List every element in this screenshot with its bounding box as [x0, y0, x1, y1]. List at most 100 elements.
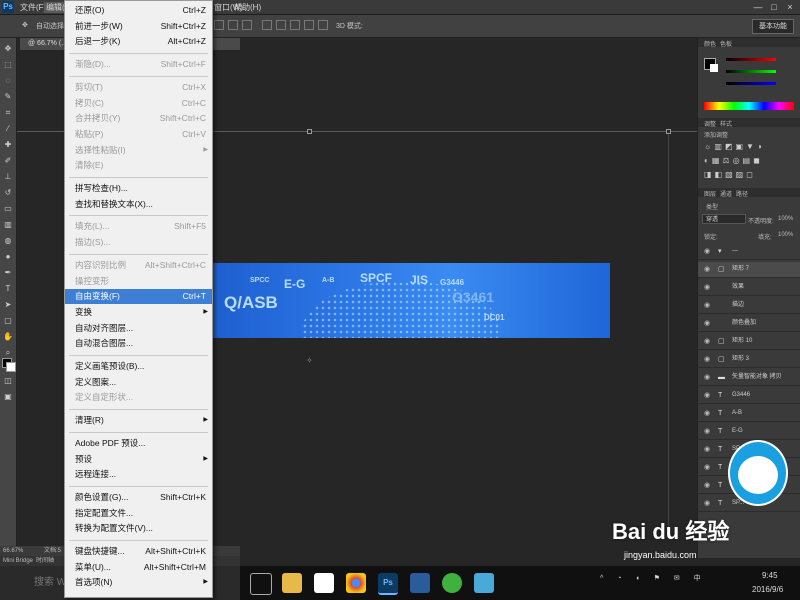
edit-menu-item[interactable]: 还原(O) Ctrl+Z: [65, 3, 212, 18]
clock-date[interactable]: 2016/9/6: [752, 585, 783, 594]
workspace-select[interactable]: 基本功能: [752, 19, 794, 34]
type-tool-icon[interactable]: T: [3, 284, 13, 294]
hand-tool-icon[interactable]: ✋: [3, 332, 13, 342]
dodge-tool-icon[interactable]: ●: [3, 252, 13, 262]
edit-menu-item[interactable]: 后退一步(K) Alt+Ctrl+Z: [65, 34, 212, 49]
visibility-eye-icon[interactable]: ◉: [704, 352, 710, 367]
auto-select-checkbox[interactable]: 自动选择: [36, 21, 64, 31]
edit-menu-item[interactable]: 转换为配置文件(V)...: [65, 521, 212, 536]
edit-menu-item[interactable]: 渐隐(D)... Shift+Ctrl+F: [65, 57, 212, 72]
edit-menu-item[interactable]: 自动混合图层...: [65, 336, 212, 351]
layer-row[interactable]: ◉ 颜色叠加: [698, 316, 800, 332]
edit-menu-item[interactable]: Adobe PDF 预设...: [65, 436, 212, 451]
layer-row[interactable]: ◉ T E-G: [698, 424, 800, 440]
tab-layers[interactable]: 图层: [704, 189, 716, 198]
close-button[interactable]: ×: [784, 2, 796, 12]
edit-menu-item[interactable]: 预设 ▶: [65, 452, 212, 467]
adjustment-icons-row[interactable]: ☼▥◩▣▼◑: [704, 142, 765, 151]
tab-mini-bridge[interactable]: Mini Bridge: [3, 556, 33, 566]
tab-paths[interactable]: 路径: [736, 189, 748, 198]
menu-file[interactable]: 文件(F): [20, 2, 46, 13]
crop-tool-icon[interactable]: ⌗: [3, 108, 13, 118]
eraser-tool-icon[interactable]: ▭: [3, 204, 13, 214]
lasso-tool-icon[interactable]: ◌: [3, 76, 13, 86]
brush-tool-icon[interactable]: ✐: [3, 156, 13, 166]
eyedropper-tool-icon[interactable]: ⁄: [3, 124, 13, 134]
background-color-swatch[interactable]: [710, 64, 718, 72]
wechat-icon[interactable]: [442, 573, 462, 593]
edit-menu-item[interactable]: 粘贴(P) Ctrl+V: [65, 127, 212, 142]
edit-menu-item[interactable]: 前进一步(W) Shift+Ctrl+Z: [65, 19, 212, 34]
visibility-eye-icon[interactable]: ◉: [704, 262, 710, 277]
word-icon[interactable]: [410, 573, 430, 593]
screen-mode-icon[interactable]: ▣: [3, 392, 13, 402]
blend-mode-select[interactable]: 穿透: [702, 214, 746, 224]
chrome-icon[interactable]: [346, 573, 366, 593]
clock-time[interactable]: 9:45: [762, 571, 778, 580]
tab-styles[interactable]: 样式: [720, 119, 732, 128]
edit-menu-item[interactable]: 内容识别比例 Alt+Shift+Ctrl+C: [65, 258, 212, 273]
adjustment-icons-row[interactable]: ◐▦⚖◎▤◼: [704, 156, 763, 165]
maximize-button[interactable]: □: [768, 2, 780, 12]
distribute-icon[interactable]: [290, 20, 300, 30]
quick-select-tool-icon[interactable]: ✎: [3, 92, 13, 102]
edit-menu-item[interactable]: 填充(L)... Shift+F5: [65, 219, 212, 234]
visibility-eye-icon[interactable]: ◉: [704, 298, 710, 313]
heal-tool-icon[interactable]: ✚: [3, 140, 13, 150]
visibility-eye-icon[interactable]: ◉: [704, 316, 710, 331]
edit-menu-item[interactable]: 自动对齐图层...: [65, 321, 212, 336]
edit-menu-item[interactable]: 菜单(U)... Alt+Shift+Ctrl+M: [65, 560, 212, 575]
blur-tool-icon[interactable]: ◍: [3, 236, 13, 246]
path-select-tool-icon[interactable]: ➤: [3, 300, 13, 310]
edit-menu-item[interactable]: 合并拷贝(Y) Shift+Ctrl+C: [65, 111, 212, 126]
visibility-eye-icon[interactable]: ◉: [704, 370, 710, 385]
store-icon[interactable]: [314, 573, 334, 593]
layer-row[interactable]: ◉ 效果: [698, 280, 800, 296]
file-explorer-icon[interactable]: [282, 573, 302, 593]
tab-color[interactable]: 颜色: [704, 39, 716, 48]
edit-menu-item[interactable]: 颜色设置(G)... Shift+Ctrl+K: [65, 490, 212, 505]
distribute-icon[interactable]: [262, 20, 272, 30]
adjustment-icons-row[interactable]: ◨◧▧▨◻: [704, 170, 756, 179]
align-center-icon[interactable]: [228, 20, 238, 30]
tab-timeline[interactable]: 时间轴: [36, 556, 54, 566]
edit-menu-item[interactable]: 定义图案...: [65, 375, 212, 390]
layer-row[interactable]: ◉ ▢ 矩形 10: [698, 334, 800, 350]
menu-help[interactable]: 帮助(H): [234, 2, 261, 13]
history-brush-icon[interactable]: ↺: [3, 188, 13, 198]
color-spectrum[interactable]: [704, 102, 794, 110]
pen-tool-icon[interactable]: ✒: [3, 268, 13, 278]
tab-swatches[interactable]: 色板: [720, 39, 732, 48]
distribute-icon[interactable]: [276, 20, 286, 30]
zoom-tool-icon[interactable]: ⌕: [3, 348, 13, 358]
layer-filter-kind[interactable]: 类型: [706, 202, 718, 211]
edit-menu-item[interactable]: 操控变形: [65, 274, 212, 289]
transform-handle[interactable]: [666, 129, 671, 134]
layer-row[interactable]: ◉ ▾ —: [698, 244, 800, 260]
visibility-eye-icon[interactable]: ◉: [704, 334, 710, 349]
edit-menu-item[interactable]: 定义画笔预设(B)...: [65, 359, 212, 374]
zoom-level[interactable]: 66.67%: [3, 546, 23, 556]
align-left-icon[interactable]: [214, 20, 224, 30]
distribute-icon[interactable]: [304, 20, 314, 30]
align-right-icon[interactable]: [242, 20, 252, 30]
edit-menu-item[interactable]: 首选项(N) ▶: [65, 575, 212, 590]
edit-menu-item[interactable]: 变换 ▶: [65, 305, 212, 320]
layer-row[interactable]: ◉ T A-B: [698, 406, 800, 422]
move-tool-icon[interactable]: ✥: [3, 44, 13, 54]
edit-menu-item[interactable]: 剪切(T) Ctrl+X: [65, 80, 212, 95]
visibility-eye-icon[interactable]: ◉: [704, 406, 710, 421]
tab-adjustments[interactable]: 调整: [704, 119, 716, 128]
distribute-icon[interactable]: [318, 20, 328, 30]
app-icon[interactable]: [474, 573, 494, 593]
edit-menu-item[interactable]: 查找和替换文本(X)...: [65, 197, 212, 212]
visibility-eye-icon[interactable]: ◉: [704, 478, 710, 493]
layer-row[interactable]: ◉ ▢ 矩形 3: [698, 352, 800, 368]
task-view-icon[interactable]: [250, 573, 272, 595]
shape-tool-icon[interactable]: ▢: [3, 316, 13, 326]
edit-menu-item[interactable]: 自由变换(F) Ctrl+T: [65, 289, 212, 305]
visibility-eye-icon[interactable]: ◉: [704, 280, 710, 295]
visibility-eye-icon[interactable]: ◉: [704, 496, 710, 511]
edit-menu-item[interactable]: 定义自定形状...: [65, 390, 212, 405]
background-color-swatch[interactable]: [6, 362, 16, 372]
